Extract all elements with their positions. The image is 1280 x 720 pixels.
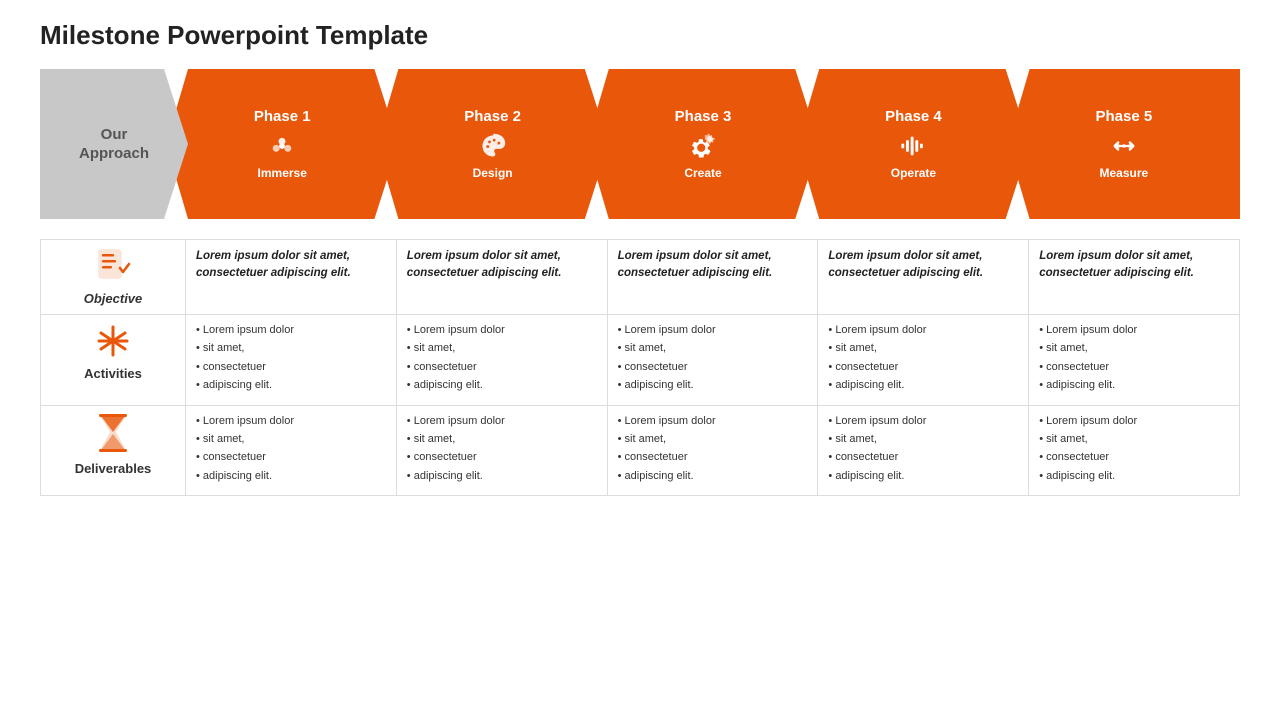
objective-label-cell: Objective <box>41 240 186 315</box>
page-title: Milestone Powerpoint Template <box>40 20 1240 51</box>
checklist-icon <box>95 248 131 284</box>
activities-phase5: Lorem ipsum dolor sit amet, consectetuer… <box>1029 315 1240 406</box>
phase-5-chevron: Phase 5 Measure <box>1008 69 1240 219</box>
phase-2-chevron: Phase 2 Design <box>376 69 608 219</box>
phase-2-label: Phase 2 <box>464 108 521 126</box>
activities-label-text: Activities <box>51 366 175 381</box>
phase-4-chevron: Phase 4 Operate <box>797 69 1029 219</box>
activities-phase3: Lorem ipsum dolor sit amet, consectetuer… <box>607 315 818 406</box>
phase-1-label: Phase 1 <box>254 108 311 126</box>
objective-phase2: Lorem ipsum dolor sit amet, consectetuer… <box>396 240 607 315</box>
phase-1-sublabel: Immerse <box>258 166 307 180</box>
measure-icon <box>1110 132 1138 160</box>
approach-label: OurApproach <box>40 69 188 219</box>
phase-3-label: Phase 3 <box>675 108 732 126</box>
deliverables-phase2: Lorem ipsum dolor sit amet, consectetuer… <box>396 405 607 496</box>
deliverables-phase3: Lorem ipsum dolor sit amet, consectetuer… <box>607 405 818 496</box>
phase-4-sublabel: Operate <box>891 166 936 180</box>
activities-phase1: Lorem ipsum dolor sit amet, consectetuer… <box>186 315 397 406</box>
objective-label-text: Objective <box>51 291 175 306</box>
phase-3-chevron: Phase 3 Create <box>587 69 819 219</box>
immerse-icon <box>268 132 296 160</box>
objective-phase5: Lorem ipsum dolor sit amet, consectetuer… <box>1029 240 1240 315</box>
content-table: Objective Lorem ipsum dolor sit amet, co… <box>40 239 1240 496</box>
activities-row: Activities Lorem ipsum dolor sit amet, c… <box>41 315 1240 406</box>
deliverables-phase4: Lorem ipsum dolor sit amet, consectetuer… <box>818 405 1029 496</box>
objective-phase3: Lorem ipsum dolor sit amet, consectetuer… <box>607 240 818 315</box>
objective-phase1: Lorem ipsum dolor sit amet, consectetuer… <box>186 240 397 315</box>
phase-4-label: Phase 4 <box>885 108 942 126</box>
objective-phase4: Lorem ipsum dolor sit amet, consectetuer… <box>818 240 1029 315</box>
deliverables-row: Deliverables Lorem ipsum dolor sit amet,… <box>41 405 1240 496</box>
deliverables-label-text: Deliverables <box>51 461 175 476</box>
activities-label-cell: Activities <box>41 315 186 406</box>
deliverables-phase5: Lorem ipsum dolor sit amet, consectetuer… <box>1029 405 1240 496</box>
phase-5-label: Phase 5 <box>1095 108 1152 126</box>
deliverables-phase1: Lorem ipsum dolor sit amet, consectetuer… <box>186 405 397 496</box>
create-icon <box>689 132 717 160</box>
deliverables-label-cell: Deliverables <box>41 405 186 496</box>
phase-3-sublabel: Create <box>684 166 721 180</box>
arrow-banner: OurApproach Phase 1 Immerse Phase 2 <box>40 69 1240 219</box>
operate-icon <box>899 132 927 160</box>
design-icon <box>479 132 507 160</box>
activities-icon <box>93 323 133 359</box>
phase-5-sublabel: Measure <box>1099 166 1148 180</box>
activities-phase2: Lorem ipsum dolor sit amet, consectetuer… <box>396 315 607 406</box>
hourglass-icon <box>95 414 131 454</box>
phase-1-chevron: Phase 1 Immerse <box>166 69 398 219</box>
activities-phase4: Lorem ipsum dolor sit amet, consectetuer… <box>818 315 1029 406</box>
phase-2-sublabel: Design <box>473 166 513 180</box>
objective-row: Objective Lorem ipsum dolor sit amet, co… <box>41 240 1240 315</box>
